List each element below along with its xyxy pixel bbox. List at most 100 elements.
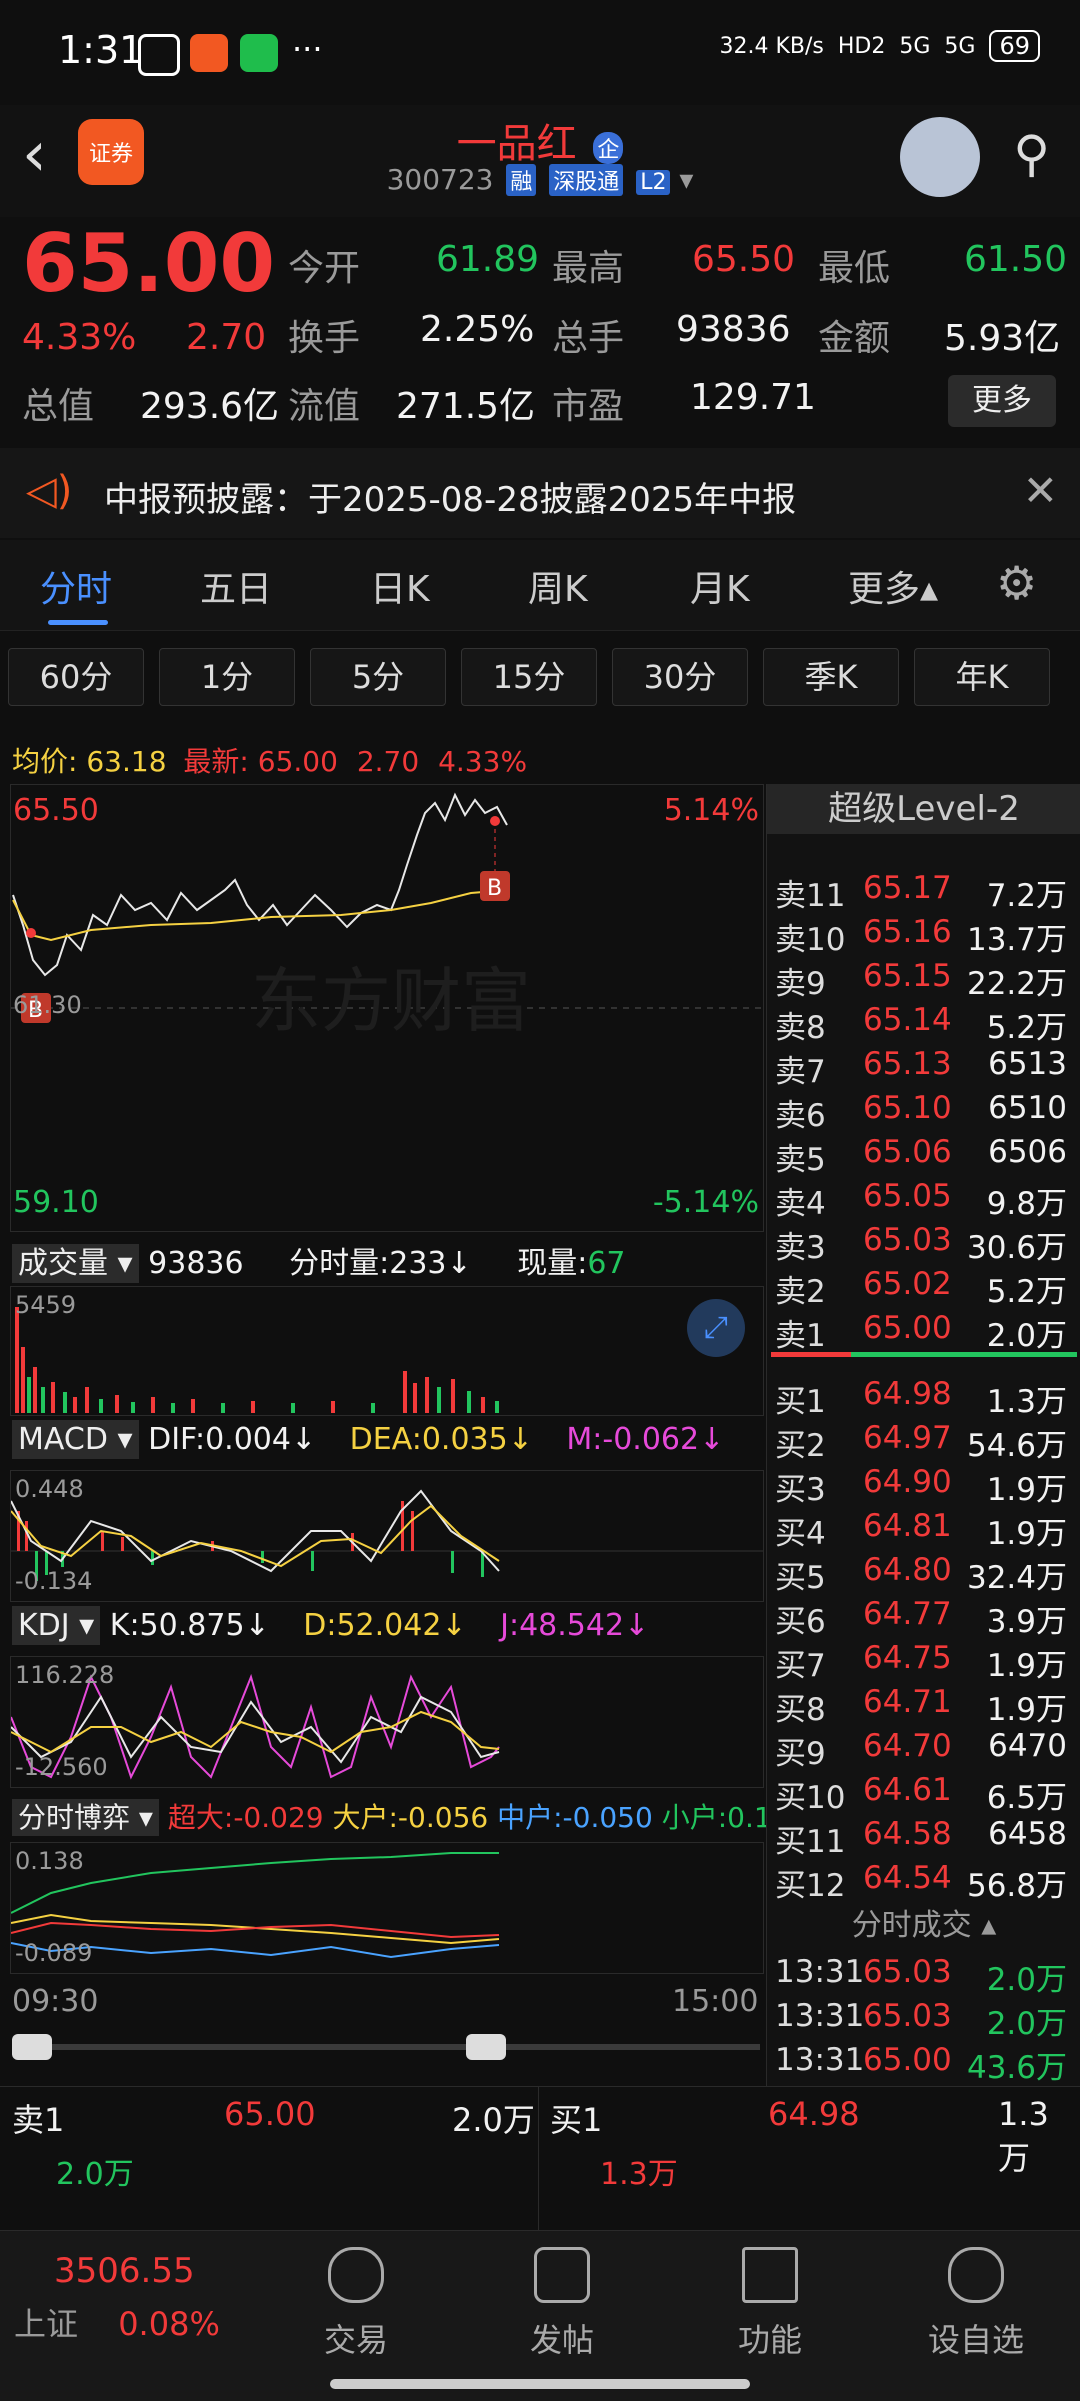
tick-price: 65.03 xyxy=(863,1954,952,1990)
fs-label: 分时量: xyxy=(289,1246,390,1281)
index-name: 上证 xyxy=(14,2305,79,2343)
tab-five-day[interactable]: 五日 xyxy=(200,560,272,612)
index-widget[interactable]: 3506.55 上证 0.08% xyxy=(14,2251,254,2345)
ask-row[interactable]: 卖5 65.06 6506 xyxy=(767,1128,1080,1178)
order-book[interactable]: 超级Level-2 卖11 65.17 7.2万 卖10 65.16 13.7万 卖9 65.… xyxy=(766,784,1080,2086)
tick-row[interactable]: 13:31 65.00 43.6万 xyxy=(767,2036,1080,2086)
bid-row[interactable]: 买8 64.71 1.9万 xyxy=(767,1678,1080,1728)
bid-row[interactable]: 买1 64.98 1.3万 xyxy=(767,1370,1080,1420)
chevron-down-icon[interactable]: ▾ xyxy=(679,163,693,196)
gear-icon[interactable]: ⚙ xyxy=(996,556,1037,610)
l1-bid-label: 买1 xyxy=(550,2101,603,2139)
nav-post[interactable]: 发帖 xyxy=(492,2231,632,2361)
ymax-label: 65.50 xyxy=(13,793,99,828)
period-15min[interactable]: 15分 xyxy=(461,648,597,706)
buy-marker-b2-text: B xyxy=(487,876,502,901)
ask-price: 65.05 xyxy=(863,1178,952,1214)
search-icon[interactable]: ⚲ xyxy=(1013,125,1050,183)
pctmax-label: 5.14% xyxy=(663,793,759,828)
watermark: 东方财富 xyxy=(251,960,531,1042)
ask-volume: 2.0万 xyxy=(986,1318,1067,1354)
period-1min[interactable]: 1分 xyxy=(159,648,295,706)
close-icon[interactable]: ✕ xyxy=(1023,466,1058,515)
bid-row[interactable]: 买3 64.90 1.9万 xyxy=(767,1458,1080,1508)
bid-row[interactable]: 买9 64.70 6470 xyxy=(767,1722,1080,1772)
volume-label: 总手 xyxy=(552,318,625,359)
bid-row[interactable]: 买10 64.61 6.5万 xyxy=(767,1766,1080,1816)
flow-selector[interactable]: 分时博弈 ▾ xyxy=(12,1799,159,1836)
ask-row[interactable]: 卖1 65.00 2.0万 xyxy=(767,1304,1080,1354)
amount-value: 5.93亿 xyxy=(944,318,1061,359)
tab-day-k[interactable]: 日K xyxy=(370,560,430,612)
ask-row[interactable]: 卖9 65.15 22.2万 xyxy=(767,952,1080,1002)
volume-chart[interactable]: 5459 ⤢ xyxy=(10,1286,764,1416)
expand-icon[interactable]: ⤢ xyxy=(687,1299,745,1357)
ask-volume: 6510 xyxy=(988,1090,1067,1126)
bid-row[interactable]: 买7 64.75 1.9万 xyxy=(767,1634,1080,1684)
volume-max-label: 5459 xyxy=(15,1291,77,1319)
flow-super: 超大:-0.029 xyxy=(167,1801,324,1834)
notice-bar[interactable]: ◁) 中报预披露：于2025-08-28披露2025年中报 ✕ xyxy=(0,448,1080,538)
nav-watchlist[interactable]: 设自选 xyxy=(906,2231,1046,2361)
kdj-svg xyxy=(10,1673,500,1780)
scroll-handle-left[interactable] xyxy=(12,2034,52,2060)
tick-row[interactable]: 13:31 65.03 2.0万 xyxy=(767,1992,1080,2042)
ask-row[interactable]: 卖3 65.03 30.6万 xyxy=(767,1216,1080,1266)
period-quarter-k[interactable]: 季K xyxy=(763,648,899,706)
nav-trade[interactable]: 交易 xyxy=(286,2231,426,2361)
period-year-k[interactable]: 年K xyxy=(914,648,1050,706)
bid-price: 64.71 xyxy=(863,1684,952,1720)
ask-row[interactable]: 卖8 65.14 5.2万 xyxy=(767,996,1080,1046)
period-30min[interactable]: 30分 xyxy=(612,648,748,706)
bid-row[interactable]: 买11 64.58 6458 xyxy=(767,1810,1080,1860)
price-chart[interactable]: 东方财富 B B 65.50 61.30 59.10 5.14% -5.14% xyxy=(10,784,764,1232)
bid-row[interactable]: 买2 64.97 54.6万 xyxy=(767,1414,1080,1464)
tick-row[interactable]: 13:31 65.03 2.0万 xyxy=(767,1948,1080,1998)
nav-function-label: 功能 xyxy=(737,2321,802,2359)
tick-price: 65.00 xyxy=(863,2042,952,2078)
ticks-title[interactable]: 分时成交 ▴ xyxy=(767,1900,1080,1944)
low-value: 61.50 xyxy=(964,239,1068,280)
tab-intraday[interactable]: 分时 xyxy=(40,560,112,612)
kdj-chart[interactable]: 116.228 -12.560 xyxy=(10,1656,764,1788)
macd-svg xyxy=(10,1489,763,1581)
chart-tabs: 分时 五日 日K 周K 月K 更多▴ ⚙ xyxy=(0,540,1080,631)
net-speed: 32.4 KB/s xyxy=(719,33,824,59)
volume-selector[interactable]: 成交量 ▾ xyxy=(12,1244,139,1283)
tag-connect: 深股通 xyxy=(549,164,624,196)
change-amount: 2.70 xyxy=(186,317,267,358)
status-indicators: 32.4 KB/s HD2 5G 5G 69 xyxy=(719,30,1040,62)
nav-function[interactable]: 功能 xyxy=(700,2231,840,2361)
orderbook-title[interactable]: 超级Level-2 xyxy=(767,784,1080,834)
tab-more[interactable]: 更多▴ xyxy=(848,560,938,612)
macd-header: MACD ▾ DIF:0.004↓ DEA:0.035↓ M:-0.062↓ xyxy=(12,1420,724,1459)
scroll-handle-right[interactable] xyxy=(466,2034,506,2060)
kdj-selector[interactable]: KDJ ▾ xyxy=(12,1606,101,1645)
bid-row[interactable]: 买5 64.80 32.4万 xyxy=(767,1546,1080,1596)
period-60min[interactable]: 60分 xyxy=(8,648,144,706)
flow-small-line xyxy=(10,1852,499,1914)
ask-volume: 6513 xyxy=(988,1046,1067,1082)
more-button[interactable]: 更多 xyxy=(948,375,1056,427)
period-5min[interactable]: 5分 xyxy=(310,648,446,706)
ask-row[interactable]: 卖4 65.05 9.8万 xyxy=(767,1172,1080,1222)
bid-price: 64.81 xyxy=(863,1508,952,1544)
ask-row[interactable]: 卖2 65.02 5.2万 xyxy=(767,1260,1080,1310)
more-notifications-icon: ··· xyxy=(292,30,323,68)
flow-chart[interactable]: 0.138 -0.089 xyxy=(10,1842,764,1974)
tab-week-k[interactable]: 周K xyxy=(528,560,588,612)
bid-row[interactable]: 买4 64.81 1.9万 xyxy=(767,1502,1080,1552)
time-scrollbar[interactable] xyxy=(12,2044,760,2050)
robot-avatar[interactable] xyxy=(900,117,980,197)
ask-row[interactable]: 卖7 65.13 6513 xyxy=(767,1040,1080,1090)
ask-row[interactable]: 卖6 65.10 6510 xyxy=(767,1084,1080,1134)
bid-row[interactable]: 买12 64.54 56.8万 xyxy=(767,1854,1080,1904)
bid-row[interactable]: 买6 64.77 3.9万 xyxy=(767,1590,1080,1640)
ask-row[interactable]: 卖10 65.16 13.7万 xyxy=(767,908,1080,958)
cur-value: 67 xyxy=(587,1246,626,1281)
macd-selector[interactable]: MACD ▾ xyxy=(12,1420,139,1459)
macd-chart[interactable]: 0.448 -0.134 xyxy=(10,1470,764,1602)
bid-price: 64.77 xyxy=(863,1596,952,1632)
tab-month-k[interactable]: 月K xyxy=(690,560,750,612)
ask-row[interactable]: 卖11 65.17 7.2万 xyxy=(767,864,1080,914)
